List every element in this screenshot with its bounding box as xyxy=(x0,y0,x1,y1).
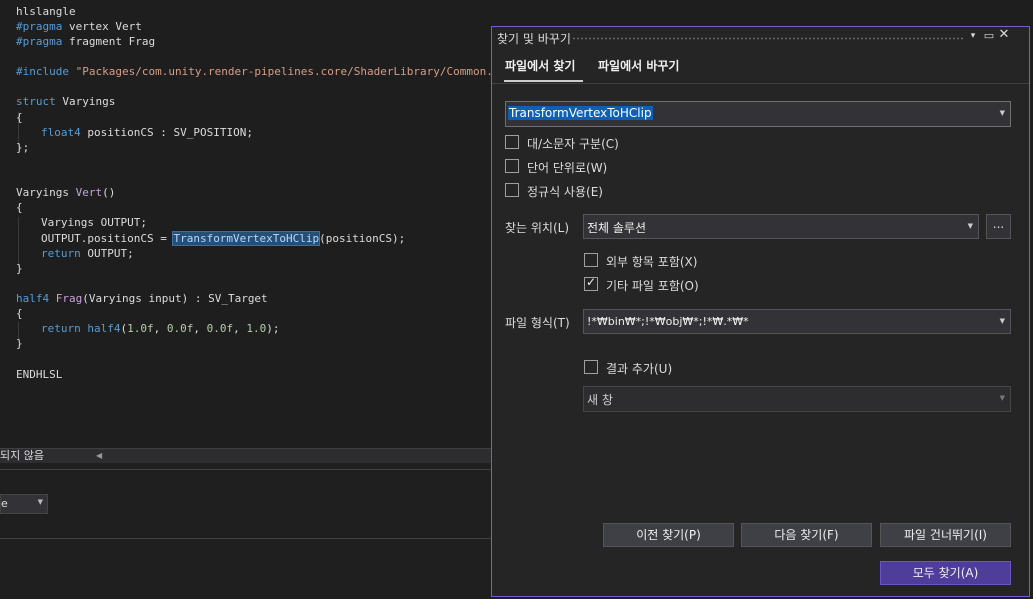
whole-word-checkbox[interactable] xyxy=(505,159,519,173)
code-line: { xyxy=(16,307,23,320)
output-panel: e ▼ xyxy=(0,463,492,599)
skip-file-button[interactable]: 파일 건너뛰기(I) xyxy=(880,523,1011,547)
include-misc-checkbox[interactable]: ✓ xyxy=(584,275,598,291)
window-titlebar[interactable]: 찾기 및 바꾸기 ▾ ▭ ✕ xyxy=(492,27,1029,49)
code-line: ENDHLSL xyxy=(16,368,63,381)
include-external-checkbox[interactable] xyxy=(584,253,598,267)
code-line: #pragma fragment Frag xyxy=(16,35,156,48)
code-line: }; xyxy=(16,141,30,154)
find-next-button[interactable]: 다음 찾기(F) xyxy=(741,523,872,547)
code-line: OUTPUT.positionCS = TransformVertexToHCl… xyxy=(41,231,406,246)
tab-bar: 파일에서 찾기 파일에서 바꾸기 xyxy=(492,49,1029,84)
find-what-combobox[interactable]: TransformVertexToHClip ▼ xyxy=(505,101,1011,127)
close-icon[interactable]: ✕ xyxy=(997,27,1011,42)
look-in-label: 찾는 위치(L) xyxy=(505,221,570,235)
append-results-checkbox[interactable] xyxy=(584,360,598,374)
dropdown-menu-icon[interactable]: ▾ xyxy=(966,31,980,41)
chevron-down-icon: ▼ xyxy=(37,498,43,506)
chevron-down-icon[interactable]: ▼ xyxy=(1000,317,1005,325)
browse-button[interactable]: ... xyxy=(986,214,1011,239)
chevron-down-icon: ▼ xyxy=(967,222,973,230)
drag-grip[interactable] xyxy=(572,37,964,40)
find-previous-button[interactable]: 이전 찾기(P) xyxy=(603,523,734,547)
find-what-input[interactable]: TransformVertexToHClip xyxy=(508,106,653,120)
code-line: #pragma vertex Vert xyxy=(16,20,142,33)
checkmark-icon: ✓ xyxy=(586,275,597,289)
active-tab-indicator xyxy=(504,80,583,82)
maximize-icon[interactable]: ▭ xyxy=(982,29,996,42)
code-line: struct Varyings xyxy=(16,95,116,108)
code-line: hlslangle xyxy=(16,5,76,18)
find-replace-window: 찾기 및 바꾸기 ▾ ▭ ✕ 파일에서 찾기 파일에서 바꾸기 Transfor… xyxy=(491,26,1030,597)
divider xyxy=(0,538,492,539)
tab-find-in-files[interactable]: 파일에서 찾기 xyxy=(505,57,575,74)
file-types-combobox[interactable]: !*₩bin₩*;!*₩obj₩*;!*₩.*₩* ▼ xyxy=(583,309,1011,334)
code-line: return OUTPUT; xyxy=(41,247,134,260)
horizontal-scrollbar[interactable]: 되지 않음 ◀ xyxy=(0,448,492,463)
scroll-left-icon[interactable]: ◀ xyxy=(96,449,102,463)
code-line: { xyxy=(16,111,23,124)
code-line: float4 positionCS : SV_POSITION; xyxy=(41,126,253,139)
regex-checkbox[interactable] xyxy=(505,183,519,197)
divider xyxy=(0,469,492,470)
code-line: Varyings OUTPUT; xyxy=(41,216,147,229)
file-types-label: 파일 형식(T) xyxy=(505,316,570,330)
look-in-dropdown[interactable]: 전체 솔루션 ▼ xyxy=(583,214,979,239)
status-label: 되지 않음 xyxy=(0,449,44,462)
indent-guide xyxy=(18,217,19,266)
find-all-button[interactable]: 모두 찾기(A) xyxy=(880,561,1011,585)
code-line: return half4(1.0f, 0.0f, 0.0f, 1.0); xyxy=(41,322,280,335)
tab-replace-in-files[interactable]: 파일에서 바꾸기 xyxy=(598,57,679,74)
chevron-down-icon: ▼ xyxy=(999,394,1005,402)
output-source-dropdown[interactable]: e ▼ xyxy=(0,494,48,514)
window-title: 찾기 및 바꾸기 xyxy=(497,32,571,46)
code-line: } xyxy=(16,337,23,350)
code-line: half4 Frag(Varyings input) : SV_Target xyxy=(16,292,268,305)
code-line: } xyxy=(16,262,23,275)
results-window-dropdown: 새 창 ▼ xyxy=(583,386,1011,412)
code-line: #include "Packages/com.unity.render-pipe… xyxy=(16,65,513,78)
search-match-highlight: TransformVertexToHClip xyxy=(172,231,321,246)
code-line: Varyings Vert() xyxy=(16,186,116,199)
code-line: { xyxy=(16,201,23,214)
match-case-checkbox[interactable] xyxy=(505,135,519,149)
chevron-down-icon[interactable]: ▼ xyxy=(1000,109,1005,117)
